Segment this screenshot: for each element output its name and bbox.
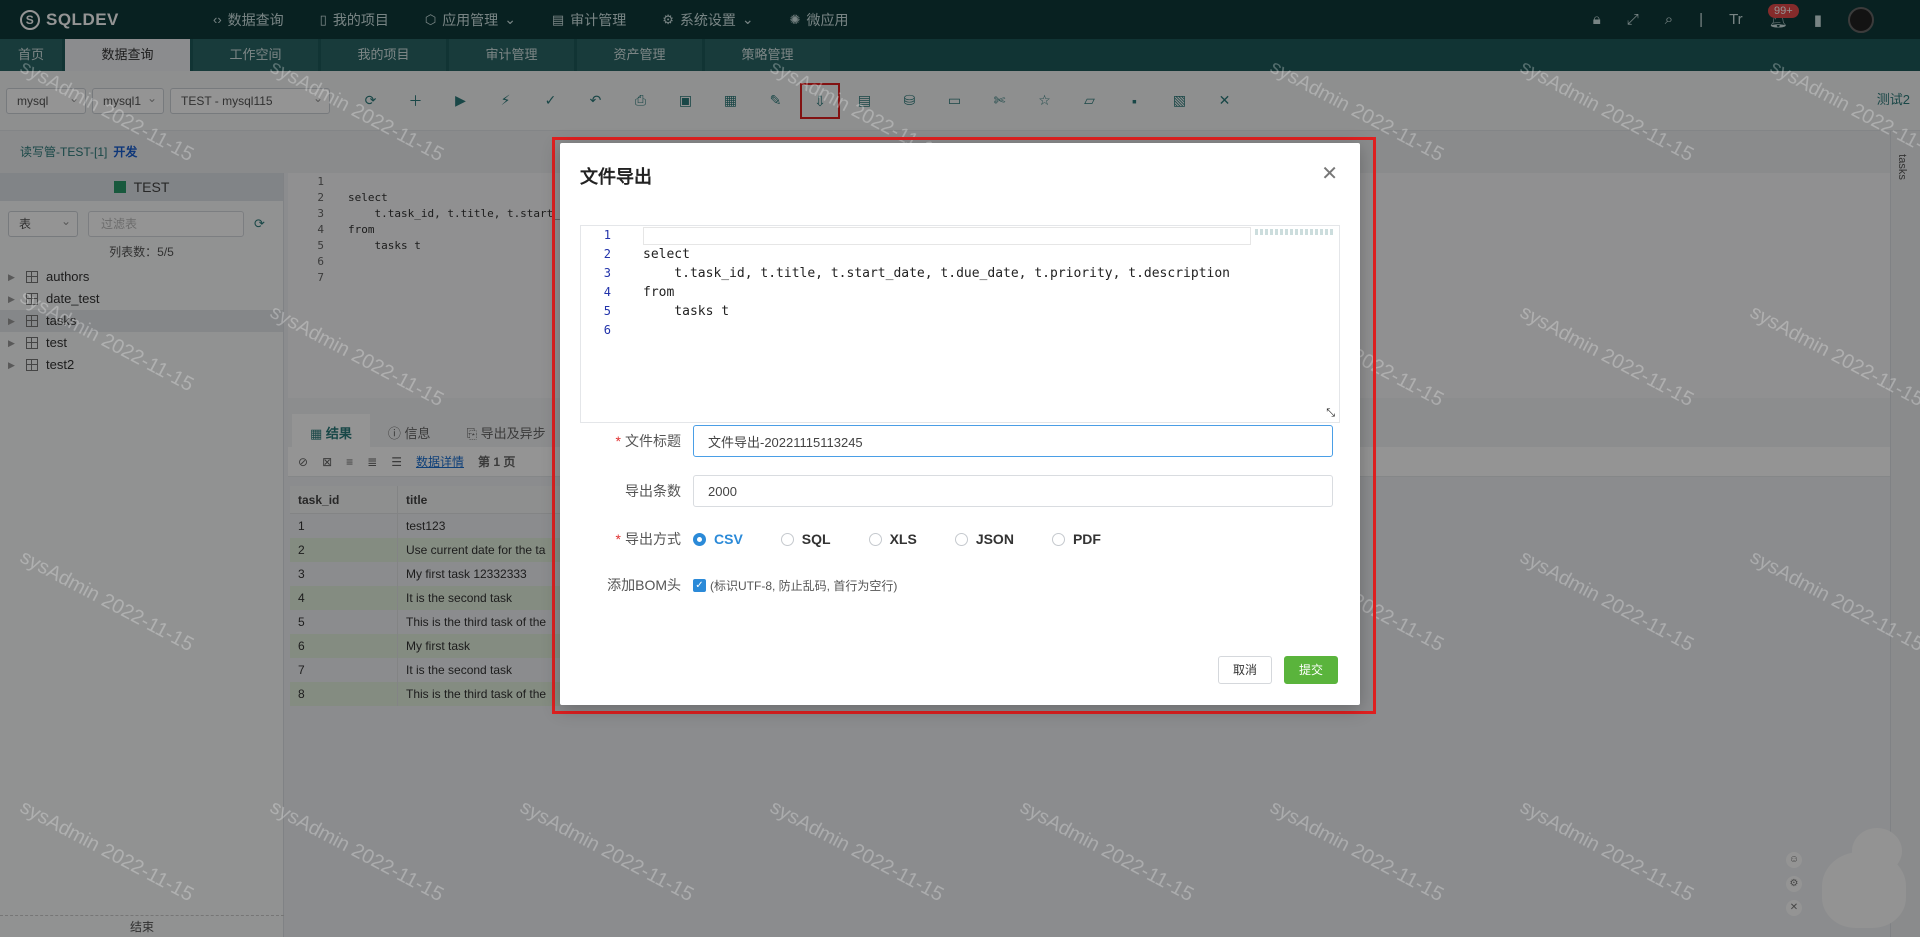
field-label: 导出条数 — [625, 483, 681, 499]
radio-label: PDF — [1072, 531, 1101, 547]
minimap[interactable] — [1255, 229, 1335, 235]
file-title-row: * 文件标题 — [580, 425, 1333, 457]
code-line: select — [643, 247, 690, 262]
field-label: * 导出方式 — [580, 529, 693, 549]
export-count-row: 导出条数 — [580, 475, 1333, 507]
field-label: 添加BOM头 — [607, 577, 681, 593]
current-line-highlight — [643, 227, 1251, 245]
code-line: tasks t — [643, 304, 730, 319]
line-number: 3 — [603, 266, 611, 280]
radio-label: SQL — [801, 531, 831, 547]
close-icon[interactable]: ✕ — [1321, 161, 1338, 186]
format-radio-sql[interactable]: SQL — [780, 531, 831, 547]
sql-preview-editor[interactable]: 1 2 3 4 5 6 select t.task_id, t.title, t… — [580, 225, 1340, 423]
code-line: t.task_id, t.title, t.start_date, t.due_… — [643, 266, 1230, 281]
resize-handle-icon[interactable]: ⤡ — [1326, 406, 1335, 420]
format-radio-pdf[interactable]: PDF — [1051, 531, 1101, 547]
radio-dot — [1051, 532, 1065, 546]
required-mark: * — [615, 531, 621, 547]
radio-label: JSON — [975, 531, 1014, 547]
line-number: 4 — [603, 285, 611, 299]
format-radio-json[interactable]: JSON — [954, 531, 1014, 547]
radio-dot — [954, 532, 968, 546]
file-title-input[interactable] — [693, 425, 1333, 457]
line-number: 5 — [603, 304, 611, 318]
cancel-button[interactable]: 取消 — [1218, 656, 1273, 684]
bom-hint: (标识UTF-8, 防止乱码, 首行为空行) — [710, 578, 898, 593]
line-number: 2 — [603, 247, 611, 261]
format-radio-csv[interactable]: CSV — [693, 531, 743, 547]
label-text: 导出方式 — [625, 531, 681, 547]
radio-dot — [780, 532, 794, 546]
required-mark: * — [615, 433, 621, 449]
radio-label: XLS — [889, 531, 917, 547]
radio-dot — [693, 532, 706, 546]
radio-label: CSV — [714, 531, 743, 547]
label-text: 文件标题 — [625, 433, 681, 449]
line-number: 6 — [603, 323, 611, 337]
code-line: from — [643, 285, 675, 300]
line-number: 1 — [603, 228, 611, 242]
bom-checkbox[interactable]: ✓ — [693, 578, 706, 592]
file-export-dialog: 文件导出 ✕ 1 2 3 4 5 6 select t.task_id, t.t… — [560, 143, 1360, 705]
format-radio-xls[interactable]: XLS — [868, 531, 917, 547]
export-format-row: * 导出方式 CSV SQL XLS JSON PDF — [580, 529, 1139, 549]
bom-row: 添加BOM头 ✓ (标识UTF-8, 防止乱码, 首行为空行) — [580, 575, 897, 595]
field-label: * 文件标题 — [580, 431, 693, 451]
export-count-input[interactable] — [693, 475, 1333, 507]
dialog-title: 文件导出 — [580, 167, 652, 187]
submit-button[interactable]: 提交 — [1284, 656, 1339, 684]
radio-dot — [868, 532, 882, 546]
